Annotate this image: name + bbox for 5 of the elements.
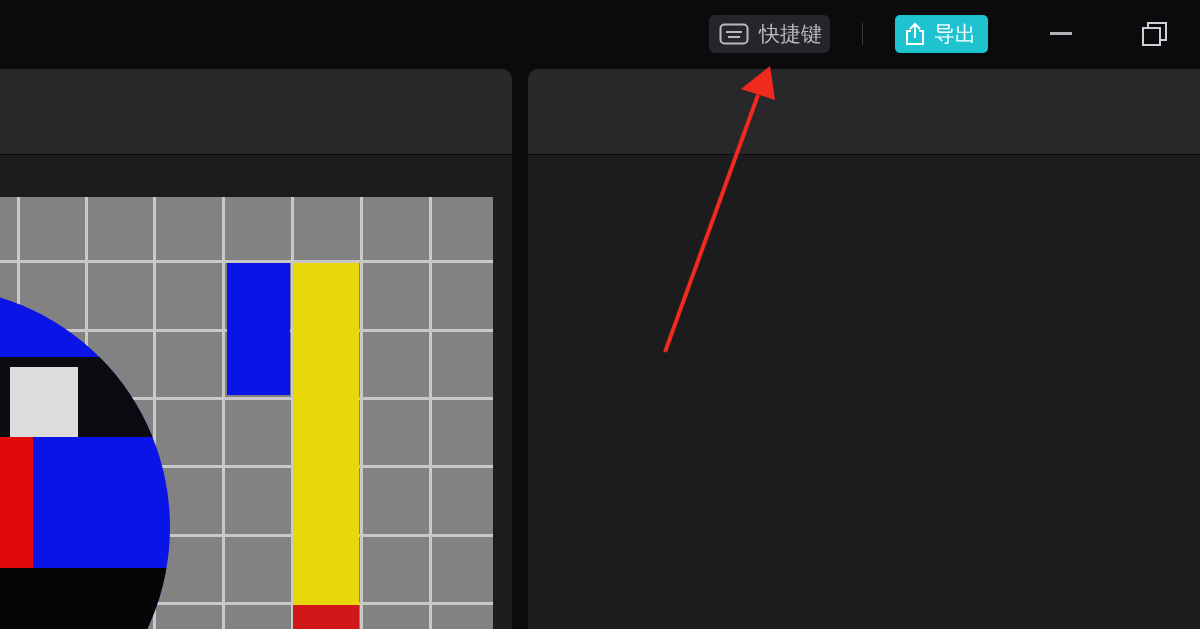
minimize-icon[interactable]	[1050, 31, 1072, 36]
shortcuts-button[interactable]: 快捷键	[709, 14, 830, 53]
share-icon	[905, 21, 925, 46]
keyboard-icon	[719, 22, 749, 45]
restore-icon[interactable]	[1142, 21, 1168, 46]
